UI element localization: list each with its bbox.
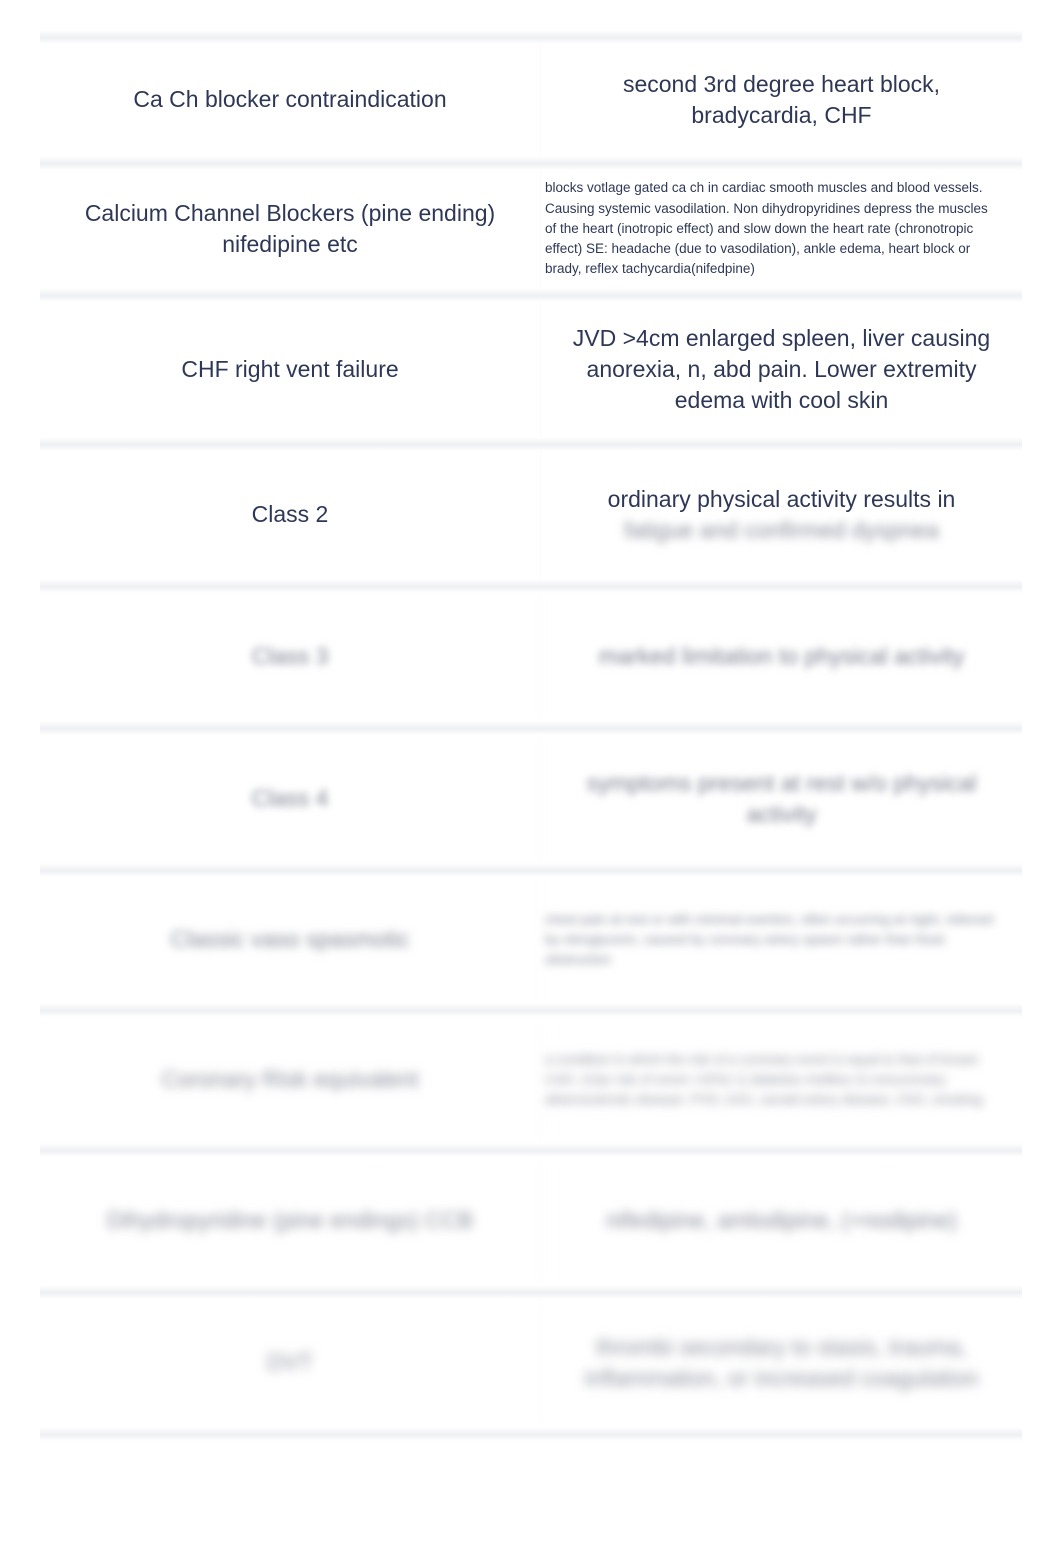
row-separator-bottom (40, 1427, 1022, 1441)
flashcard-table: Ca Ch blocker contraindication second 3r… (40, 30, 1022, 1556)
table-row[interactable]: Class 2 ordinary physical activity resul… (40, 451, 1022, 579)
row-separator (40, 156, 1022, 170)
table-row[interactable]: Class 3 marked limitation to physical ac… (40, 593, 1022, 721)
card-term: Ca Ch blocker contraindication (133, 86, 447, 113)
card-definition: marked limitation to physical activity (540, 593, 1022, 721)
page-bottom-space (40, 1441, 1022, 1556)
row-separator (40, 437, 1022, 451)
table-row[interactable]: DVT thrombi secondary to stasis, trauma,… (40, 1299, 1022, 1427)
row-separator (40, 30, 1022, 44)
card-definition: chest pain at rest or with minimal exert… (540, 877, 1022, 1003)
row-separator (40, 579, 1022, 593)
card-term: Classic vaso spasmotic (170, 926, 410, 953)
card-definition: second 3rd degree heart block, bradycard… (540, 44, 1022, 156)
table-row[interactable]: Coronary Risk equivalent a condition in … (40, 1017, 1022, 1143)
card-term: Coronary Risk equivalent (161, 1066, 419, 1093)
table-row[interactable]: Class 4 symptoms present at rest w/o phy… (40, 735, 1022, 863)
card-definition: symptoms present at rest w/o physical ac… (540, 735, 1022, 863)
card-term: CHF right vent failure (181, 355, 399, 382)
card-term: DVT (267, 1349, 313, 1376)
table-row[interactable]: Classic vaso spasmotic chest pain at res… (40, 877, 1022, 1003)
table-row[interactable]: Calcium Channel Blockers (pine ending) n… (40, 170, 1022, 288)
card-definition-text: a condition in which the risk of a coron… (545, 1051, 983, 1108)
row-separator (40, 288, 1022, 302)
card-definition: blocks votlage gated ca ch in cardiac sm… (540, 170, 1022, 288)
table-row[interactable]: Dihydropyridine (pine endings) CCB nifed… (40, 1157, 1022, 1285)
card-definition-text: blocks votlage gated ca ch in cardiac sm… (545, 180, 988, 277)
flashcard-page: Ca Ch blocker contraindication second 3r… (0, 0, 1062, 1556)
card-definition-line-2: fatigue and confirmed dyspnea (624, 517, 939, 543)
row-separator (40, 1003, 1022, 1017)
card-definition-line-1: ordinary physical activity results in (607, 485, 956, 512)
card-term: Calcium Channel Blockers (pine ending) n… (84, 199, 496, 257)
card-definition: thrombi secondary to stasis, trauma, inf… (540, 1299, 1022, 1427)
row-separator (40, 863, 1022, 877)
card-definition: a condition in which the risk of a coron… (540, 1017, 1022, 1143)
card-definition: nifedipine, amlodipine, (+nodipine) (540, 1157, 1022, 1285)
row-separator (40, 1285, 1022, 1299)
card-term: Dihydropyridine (pine endings) CCB (106, 1207, 474, 1234)
card-term: Class 4 (251, 785, 329, 812)
table-row[interactable]: Ca Ch blocker contraindication second 3r… (40, 44, 1022, 156)
card-definition: ordinary physical activity results in fa… (540, 451, 1022, 579)
card-definition: JVD >4cm enlarged spleen, liver causing … (540, 302, 1022, 437)
card-definition-text: chest pain at rest or with minimal exert… (545, 911, 993, 968)
row-separator (40, 1143, 1022, 1157)
row-separator (40, 721, 1022, 735)
table-row[interactable]: CHF right vent failure JVD >4cm enlarged… (40, 302, 1022, 437)
card-term: Class 3 (251, 643, 329, 670)
card-term: Class 2 (251, 501, 329, 528)
